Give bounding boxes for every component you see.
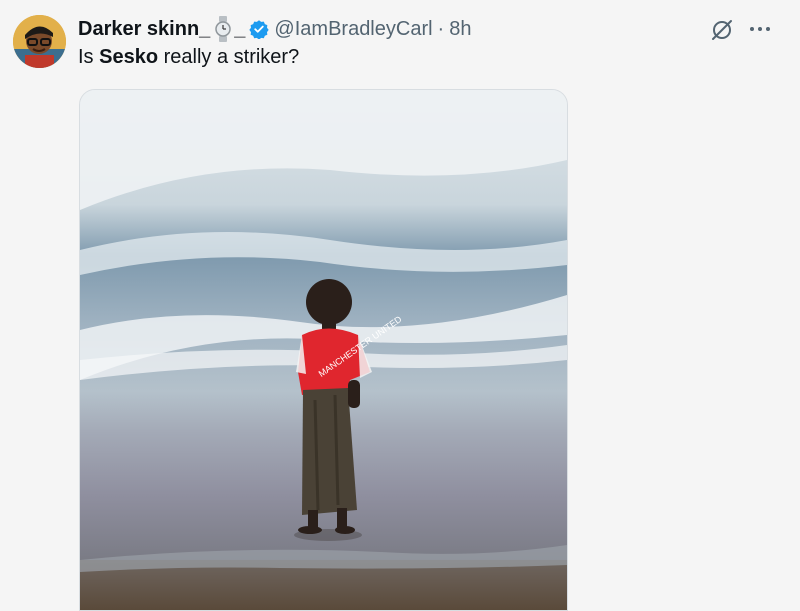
grok-icon[interactable] <box>710 18 734 42</box>
post-media-image[interactable]: MANCHESTER UNITED <box>79 89 568 611</box>
post-time[interactable]: 8h <box>449 18 471 41</box>
more-options-icon[interactable] <box>749 22 771 36</box>
tweet-text-suffix: really a striker? <box>158 46 300 68</box>
avatar[interactable] <box>13 15 66 68</box>
tweet-text-bold: Sesko <box>99 46 159 68</box>
post-header: Darker skinn_ _ @IamBradleyCarl · 8h <box>78 15 471 43</box>
verified-badge-icon[interactable] <box>249 19 270 40</box>
tweet-text: Is Sesko really a striker? <box>78 46 299 69</box>
user-handle[interactable]: @IamBradleyCarl <box>274 18 432 41</box>
tweet-text-prefix: Is <box>78 46 100 68</box>
name-suffix: _ <box>234 17 246 40</box>
watch-emoji-icon <box>214 16 232 42</box>
separator-dot: · <box>437 17 445 40</box>
avatar-image <box>13 15 66 68</box>
display-name[interactable]: Darker skinn_ <box>78 18 210 41</box>
beach-photo: MANCHESTER UNITED <box>80 90 567 610</box>
